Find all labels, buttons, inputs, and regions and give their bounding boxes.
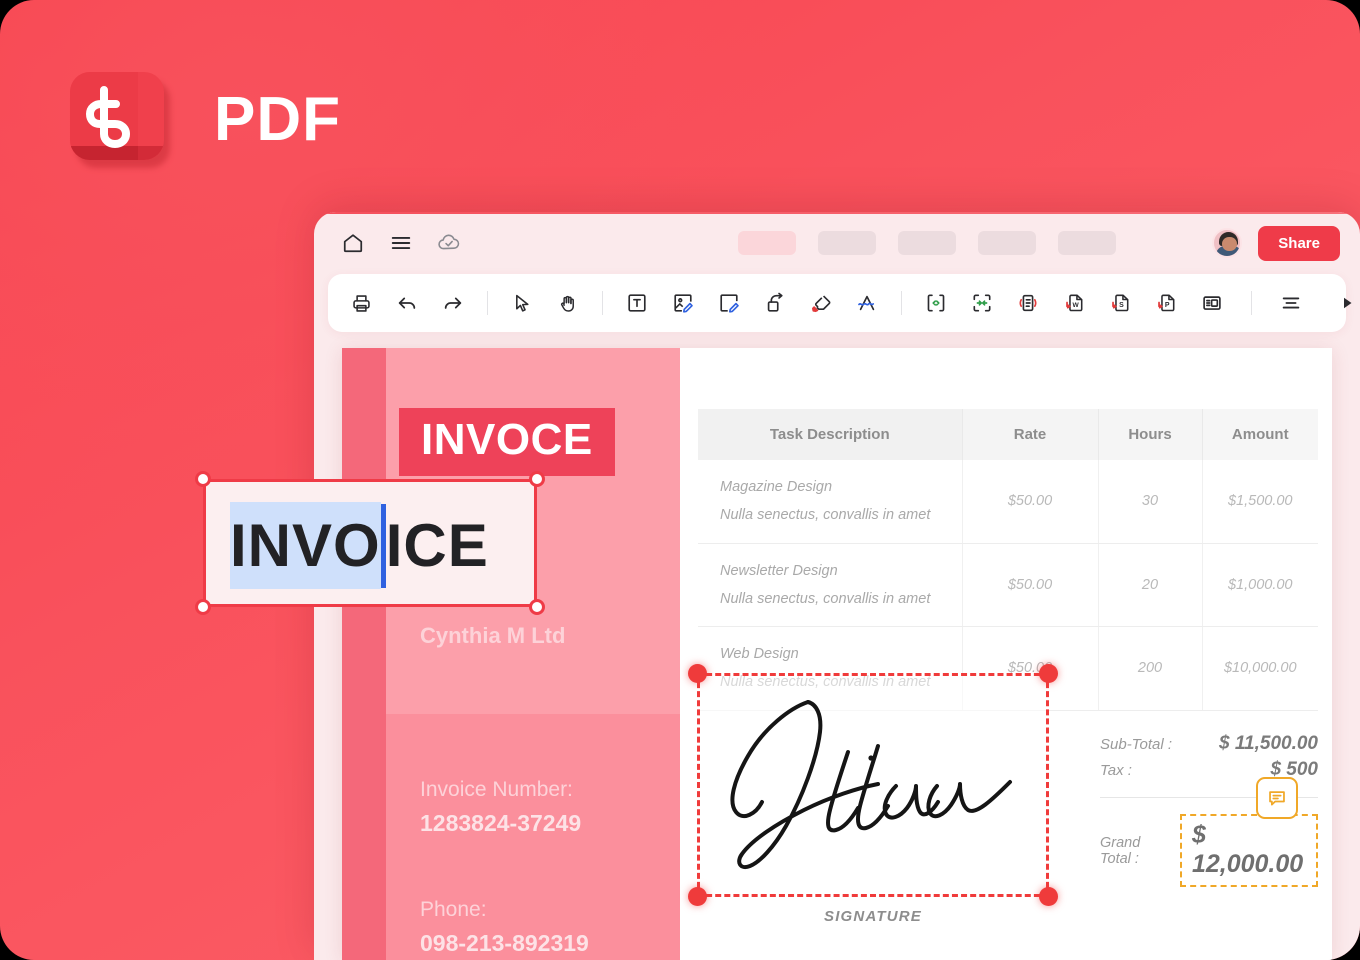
tab-placeholder-4[interactable] xyxy=(978,231,1036,255)
organize-pages-icon[interactable] xyxy=(1195,286,1229,320)
svg-text:W: W xyxy=(1073,302,1080,309)
list-align-icon[interactable] xyxy=(1274,286,1308,320)
invoice-number-value: 1283824-37249 xyxy=(420,809,582,836)
subtotal-row: Sub-Total : $ 11,500.00 xyxy=(1100,731,1318,757)
task-title: Newsletter Design xyxy=(720,562,838,579)
export-word-icon[interactable]: W xyxy=(1057,286,1091,320)
text-edit-content[interactable]: INVOICE xyxy=(230,502,489,592)
column-header-rate: Rate xyxy=(962,409,1099,460)
add-link-icon[interactable] xyxy=(758,286,792,320)
signature-handle-bottom-right[interactable] xyxy=(1039,887,1058,906)
edit-handle-bottom-left[interactable] xyxy=(195,599,211,615)
phone-label: Phone: xyxy=(420,898,487,921)
editor-toolbar: W S P xyxy=(328,274,1352,332)
rate-cell: $50.00 xyxy=(962,460,1099,544)
export-powerpoint-icon[interactable]: P xyxy=(1149,286,1183,320)
svg-text:S: S xyxy=(1119,302,1124,309)
signature-handle-bottom-left[interactable] xyxy=(688,887,707,906)
user-avatar[interactable] xyxy=(1212,228,1243,258)
brand: PDF xyxy=(70,72,341,168)
amount-cell: $10,000.00 xyxy=(1202,626,1318,711)
hours-cell: 20 xyxy=(1098,543,1203,628)
more-tools-play-icon[interactable] xyxy=(1330,286,1360,320)
amount-cell: $1,500.00 xyxy=(1202,460,1318,544)
edit-handle-top-left[interactable] xyxy=(195,471,211,487)
column-header-hours: Hours xyxy=(1098,409,1203,460)
text-edit-box[interactable]: INVOICE xyxy=(195,471,545,615)
hours-cell: 30 xyxy=(1098,460,1203,544)
invoice-header-panel: INVOCE Cynthia M Ltd Invoice Number: 128… xyxy=(342,348,680,960)
comment-bubble-icon[interactable] xyxy=(1256,777,1298,819)
hand-pan-icon[interactable] xyxy=(551,286,585,320)
task-subtitle: Nulla senectus, convallis in amet xyxy=(720,590,931,607)
compress-pdf-icon[interactable] xyxy=(919,286,953,320)
signature-selection-box[interactable] xyxy=(688,664,1058,906)
tab-placeholder-1[interactable] xyxy=(738,231,796,255)
table-header-row: Task Description Rate Hours Amount xyxy=(698,409,1318,460)
tab-placeholder-5[interactable] xyxy=(1058,231,1116,255)
signature-draw-icon[interactable] xyxy=(850,286,884,320)
invoice-title-text: INVOCE xyxy=(421,415,593,464)
tab-placeholder-2[interactable] xyxy=(818,231,876,255)
task-title: Magazine Design xyxy=(720,479,833,495)
invoice-title-background[interactable]: INVOCE xyxy=(399,408,615,476)
column-header-task-description: Task Description xyxy=(698,409,963,460)
signature-caption: SIGNATURE xyxy=(823,908,923,925)
rotate-page-icon[interactable] xyxy=(1011,286,1045,320)
svg-text:P: P xyxy=(1165,302,1170,309)
task-subtitle: Nulla senectus, convallis in amet xyxy=(720,507,931,524)
selected-text: INVO xyxy=(230,502,381,589)
totals-section: Sub-Total : $ 11,500.00 Tax : $ 500 Gran… xyxy=(1100,731,1318,887)
tax-label: Tax : xyxy=(1100,762,1132,779)
task-cell: Magazine Design Nulla senectus, convalli… xyxy=(698,460,963,544)
share-button[interactable]: Share xyxy=(1258,225,1340,261)
grand-total-label: Grand Total : xyxy=(1100,834,1141,867)
menu-icon[interactable] xyxy=(388,230,414,256)
cloud-check-icon[interactable] xyxy=(436,230,462,256)
task-title: Web Design xyxy=(720,646,799,663)
edit-handle-bottom-right[interactable] xyxy=(529,599,545,615)
task-cell: Newsletter Design Nulla senectus, conval… xyxy=(698,543,963,628)
signature-stroke xyxy=(730,700,1012,869)
company-name: Cynthia M Ltd xyxy=(420,623,566,648)
left-accent-stripe xyxy=(342,348,386,960)
column-header-amount: Amount xyxy=(1202,409,1318,460)
print-icon[interactable] xyxy=(344,286,378,320)
top-bar: Share xyxy=(314,212,1360,274)
split-pdf-icon[interactable] xyxy=(965,286,999,320)
hours-cell: 200 xyxy=(1098,626,1203,711)
task-table: Task Description Rate Hours Amount Magaz… xyxy=(698,409,1318,711)
pdf-app-logo-icon xyxy=(70,72,170,168)
invoice-number-field: Invoice Number: 1283824-37249 xyxy=(420,774,581,840)
rate-cell: $50.00 xyxy=(962,543,1099,628)
subtotal-value: $ 11,500.00 xyxy=(1219,733,1318,754)
unselected-text: ICE xyxy=(385,512,489,579)
select-cursor-icon[interactable] xyxy=(505,286,539,320)
eraser-icon[interactable] xyxy=(804,286,838,320)
table-row[interactable]: Newsletter Design Nulla senectus, conval… xyxy=(698,543,1318,628)
subtotal-label: Sub-Total : xyxy=(1100,736,1172,753)
edit-text-box-icon[interactable] xyxy=(620,286,654,320)
tab-placeholders xyxy=(738,231,1116,255)
edit-handle-top-right[interactable] xyxy=(529,471,545,487)
redo-icon[interactable] xyxy=(436,286,470,320)
grand-total-row: Grand Total : $ 12,000.00 xyxy=(1100,814,1318,887)
home-icon[interactable] xyxy=(340,230,366,256)
text-caret xyxy=(380,504,386,589)
amount-cell: $1,000.00 xyxy=(1202,543,1318,628)
signature-handle-top-left[interactable] xyxy=(688,664,707,683)
grand-total-value[interactable]: $ 12,000.00 xyxy=(1179,814,1318,887)
edit-page-icon[interactable] xyxy=(712,286,746,320)
export-excel-icon[interactable]: S xyxy=(1103,286,1137,320)
undo-icon[interactable] xyxy=(390,286,424,320)
phone-field: Phone: 098-213-892319 xyxy=(420,894,589,960)
edit-image-icon[interactable] xyxy=(666,286,700,320)
app-root: PDF Share W S P INVOCE Cynthia M Ltd Inv… xyxy=(0,0,1360,960)
signature-handle-top-right[interactable] xyxy=(1039,664,1058,683)
table-row[interactable]: Magazine Design Nulla senectus, convalli… xyxy=(698,460,1318,544)
phone-value: 098-213-892319 xyxy=(420,929,589,956)
brand-title: PDF xyxy=(214,85,341,154)
tab-placeholder-3[interactable] xyxy=(898,231,956,255)
invoice-number-label: Invoice Number: xyxy=(420,778,573,801)
